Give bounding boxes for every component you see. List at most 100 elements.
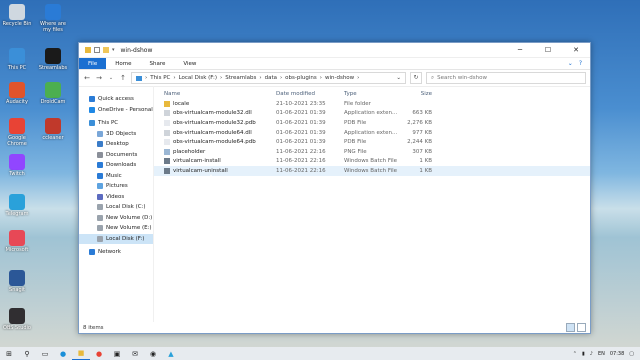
desktop-icon[interactable]: Streamlabs <box>36 48 70 71</box>
chrome-taskbar-icon[interactable]: ● <box>90 347 108 360</box>
store-icon[interactable]: ▣ <box>108 347 126 360</box>
network-icon[interactable]: ▮ <box>582 351 585 357</box>
desktop-icon[interactable]: Audacity <box>0 82 34 105</box>
desktop-icon[interactable]: Where are my files <box>36 4 70 33</box>
file-row[interactable]: obs-virtualcam-module32.dll 01-06-2021 01… <box>154 109 590 119</box>
breadcrumb-data[interactable]: data <box>265 75 277 81</box>
breadcrumb-streamlabs[interactable]: Streamlabs <box>225 75 256 81</box>
mail-icon[interactable]: ✉ <box>126 347 144 360</box>
address-bar[interactable]: › This PC › Local Disk (F:) › Streamlabs › … <box>131 72 406 84</box>
obs-taskbar-icon[interactable]: ◉ <box>144 347 162 360</box>
file-name-cell[interactable]: obs-virtualcam-module64.pdb <box>154 139 276 146</box>
column-header-type[interactable]: Type <box>344 91 402 97</box>
tab-view[interactable]: View <box>174 58 205 69</box>
search-taskbar-icon[interactable]: ⚲ <box>18 347 36 360</box>
nav-item-onedrive-personal[interactable]: OneDrive - Personal <box>79 105 153 116</box>
maximize-button[interactable]: ☐ <box>534 46 562 54</box>
refresh-button[interactable]: ↻ <box>410 72 422 84</box>
nav-item-pictures[interactable]: Pictures <box>79 181 153 192</box>
back-arrow-icon[interactable]: ← <box>83 74 91 82</box>
desktop-icon[interactable]: Recycle Bin <box>0 4 34 27</box>
new-folder-icon[interactable] <box>103 47 109 53</box>
start-button[interactable]: ⊞ <box>0 347 18 360</box>
close-button[interactable]: ✕ <box>562 46 590 54</box>
nav-item-desktop[interactable]: Desktop <box>79 139 153 150</box>
desktop-icon[interactable]: OBS Studio <box>0 308 34 331</box>
file-name-cell[interactable]: virtualcam-uninstall <box>154 167 276 174</box>
up-arrow-icon[interactable]: ↑ <box>119 74 127 82</box>
breadcrumb-this-pc[interactable]: This PC <box>150 75 170 81</box>
edge-icon[interactable]: ● <box>54 347 72 360</box>
search-box[interactable]: ⌕ Search win-dshow <box>426 72 586 84</box>
breadcrumb-win-dshow[interactable]: win-dshow <box>325 75 354 81</box>
desktop-icon[interactable]: Google Chrome <box>0 118 34 147</box>
nav-item-downloads[interactable]: Downloads <box>79 160 153 171</box>
notifications-icon[interactable]: ▢ <box>629 351 634 357</box>
desktop-icon-label: Streamlabs <box>38 65 68 71</box>
show-hidden-icons-icon[interactable]: ⌃ <box>573 351 577 357</box>
task-view-icon[interactable]: ▭ <box>36 347 54 360</box>
desktop-icon-label: OBS Studio <box>3 325 31 331</box>
file-name-cell[interactable]: locale <box>154 100 276 107</box>
desktop-icon[interactable]: This PC <box>0 48 34 71</box>
file-name-cell[interactable]: obs-virtualcam-module32.pdb <box>154 119 276 126</box>
recent-locations-icon[interactable]: ⌄ <box>107 75 115 81</box>
nav-item-music[interactable]: Music <box>79 171 153 182</box>
file-list: Name Date modified Type Size locale 21-10… <box>154 86 590 322</box>
nav-item-icon <box>97 172 103 179</box>
nav-item-icon <box>97 162 103 169</box>
details-view-icon[interactable] <box>566 323 575 332</box>
file-name-cell[interactable]: placeholder <box>154 148 276 155</box>
breadcrumb-obs-plugins[interactable]: obs-plugins <box>285 75 317 81</box>
minimize-button[interactable]: ─ <box>506 46 534 54</box>
app-icon <box>9 308 25 324</box>
nav-item-3d-objects[interactable]: 3D Objects <box>79 129 153 140</box>
forward-arrow-icon[interactable]: → <box>95 74 103 82</box>
desktop-icon[interactable]: ccleaner <box>36 118 70 141</box>
volume-icon[interactable]: ♪ <box>590 351 593 357</box>
tab-share[interactable]: Share <box>140 58 174 69</box>
customize-toolbar-icon[interactable]: ▾ <box>112 47 115 53</box>
language-indicator[interactable]: EN <box>598 351 605 357</box>
properties-icon[interactable] <box>94 47 100 53</box>
column-header-date-modified[interactable]: Date modified <box>276 91 344 97</box>
nav-item-quick-access[interactable]: Quick access <box>79 94 153 105</box>
file-name-cell[interactable]: virtualcam-install <box>154 158 276 165</box>
file-row[interactable]: obs-virtualcam-module64.pdb 01-06-2021 01… <box>154 137 590 147</box>
desktop-icon[interactable]: Snagit <box>0 270 34 293</box>
nav-item-documents[interactable]: Documents <box>79 150 153 161</box>
nav-item-network[interactable]: Network <box>79 247 153 258</box>
dll-icon <box>164 129 170 136</box>
nav-item-icon <box>89 106 95 113</box>
desktop-icon[interactable]: Telegram <box>0 194 34 217</box>
nav-item-new-volume-e[interactable]: New Volume (E:) <box>79 223 153 234</box>
file-name-cell[interactable]: obs-virtualcam-module64.dll <box>154 129 276 136</box>
file-name-cell[interactable]: obs-virtualcam-module32.dll <box>154 110 276 117</box>
app-taskbar-icon[interactable]: ▲ <box>162 347 180 360</box>
file-row[interactable]: virtualcam-uninstall 11-06-2021 22:16 Wind… <box>154 166 590 176</box>
nav-item-this-pc[interactable]: This PC <box>79 118 153 129</box>
file-row[interactable]: locale 21-10-2021 23:35 File folder <box>154 99 590 109</box>
breadcrumb-local-disk-f[interactable]: Local Disk (F:) <box>179 75 217 81</box>
file-row[interactable]: placeholder 11-06-2021 22:16 PNG File 307 K… <box>154 147 590 157</box>
nav-item-new-volume-d[interactable]: New Volume (D:) <box>79 213 153 224</box>
file-row[interactable]: virtualcam-install 11-06-2021 22:16 Window… <box>154 157 590 167</box>
tab-file[interactable]: File <box>79 58 107 69</box>
nav-item-local-disk-c[interactable]: Local Disk (C:) <box>79 202 153 213</box>
expand-ribbon-icon[interactable]: ⌄ <box>568 60 573 67</box>
nav-item-videos[interactable]: Videos <box>79 192 153 203</box>
nav-item-local-disk-f[interactable]: Local Disk (F:) <box>79 233 153 244</box>
column-header-size[interactable]: Size <box>402 91 432 97</box>
large-icons-view-icon[interactable] <box>577 323 586 332</box>
file-explorer-taskbar-icon[interactable]: ■ <box>72 347 90 360</box>
desktop-icon[interactable]: Twitch <box>0 154 34 177</box>
file-row[interactable]: obs-virtualcam-module64.dll 01-06-2021 01… <box>154 128 590 138</box>
tab-home[interactable]: Home <box>106 58 140 69</box>
address-dropdown-icon[interactable]: ⌄ <box>396 75 401 81</box>
desktop-icon[interactable]: Microsoft <box>0 230 34 253</box>
clock[interactable]: 07:38 <box>610 351 624 357</box>
desktop-icon[interactable]: DroidCam <box>36 82 70 105</box>
column-header-name[interactable]: Name <box>154 91 276 97</box>
help-icon[interactable]: ? <box>579 60 582 67</box>
file-row[interactable]: obs-virtualcam-module32.pdb 01-06-2021 01… <box>154 118 590 128</box>
